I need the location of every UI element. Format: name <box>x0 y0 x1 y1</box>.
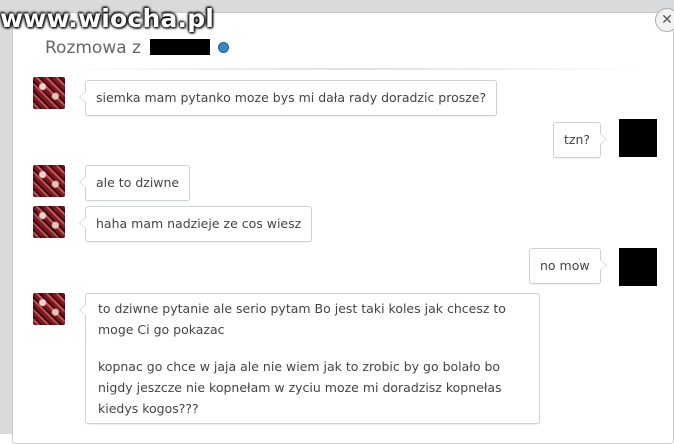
message-text: haha mam nadzieje ze cos wiesz <box>96 216 302 231</box>
close-icon[interactable]: ✕ <box>655 8 674 32</box>
message-text: ale to dziwne <box>96 175 180 190</box>
message-bubble-outgoing: no mow <box>529 248 607 284</box>
message-bubble-outgoing: tzn? <box>553 122 608 158</box>
online-status-icon <box>217 42 229 53</box>
message-bubble-incoming: haha mam nadzieje ze cos wiesz <box>78 206 313 242</box>
message-bubble-incoming: ale to dziwne <box>78 165 191 201</box>
contact-avatar[interactable] <box>33 206 65 238</box>
conversation-title-text: Rozmowa z <box>45 38 141 58</box>
contact-avatar[interactable] <box>33 293 65 325</box>
message-bubble-incoming: to dziwne pytanie ale serio pytam Bo jes… <box>79 293 540 424</box>
site-watermark: www.wiocha.pl <box>0 4 215 33</box>
conversation-title: Rozmowa z <box>45 38 229 58</box>
message-paragraph: kopnac go chce w jaja ale nie wiem jak t… <box>98 359 502 416</box>
contact-avatar[interactable] <box>33 77 65 109</box>
redacted-username <box>150 39 211 55</box>
header-divider <box>53 68 653 70</box>
contact-avatar[interactable] <box>33 165 65 197</box>
message-paragraph: to dziwne pytanie ale serio pytam Bo jes… <box>98 301 506 337</box>
my-avatar[interactable] <box>619 119 657 157</box>
message-text: no mow <box>540 258 590 273</box>
message-text: tzn? <box>564 132 591 147</box>
my-avatar[interactable] <box>619 248 657 286</box>
message-bubble-incoming: siemka mam pytanko moze bys mi dała rady… <box>78 80 498 116</box>
message-text: siemka mam pytanko moze bys mi dała rady… <box>96 90 487 105</box>
